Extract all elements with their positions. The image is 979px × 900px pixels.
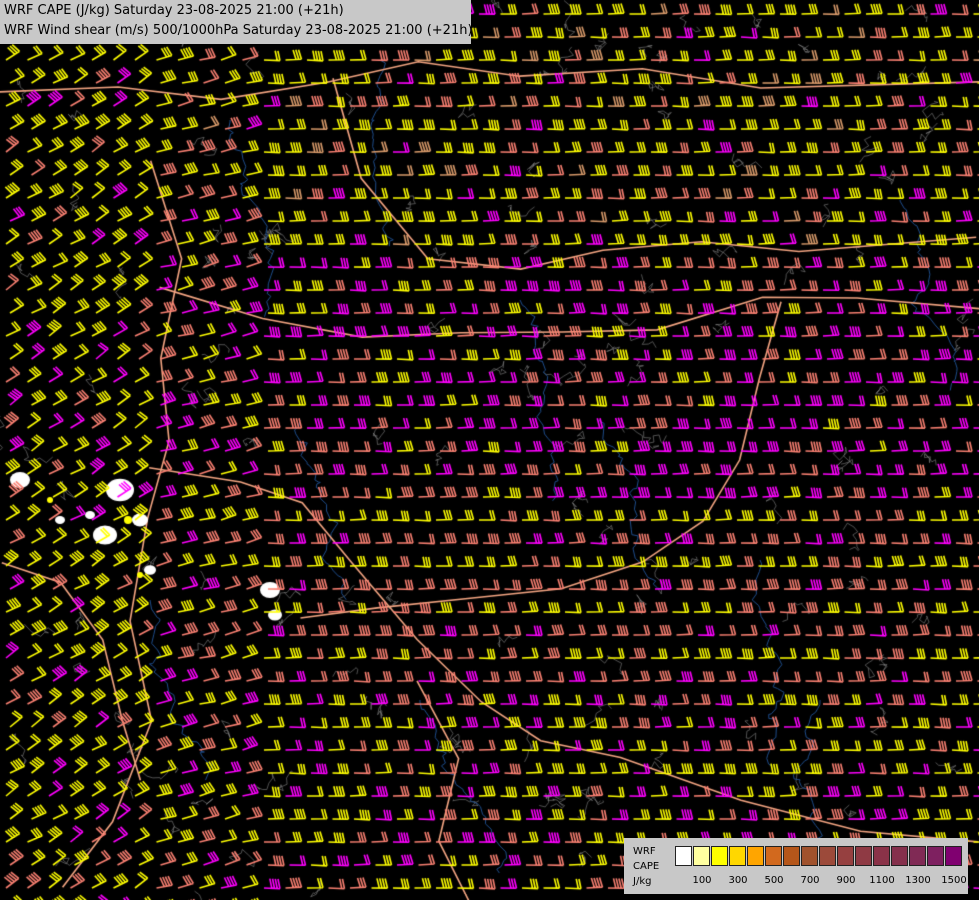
legend-swatch	[945, 846, 962, 866]
legend-field-label: CAPE	[633, 861, 660, 872]
legend-model-label: WRF	[633, 846, 656, 857]
legend-tick-label: 900	[836, 875, 856, 886]
legend-tick-label: 1300	[905, 875, 931, 886]
wind-shear-map	[0, 0, 979, 900]
legend-swatch	[927, 846, 944, 866]
legend-swatch	[855, 846, 872, 866]
legend-swatch	[747, 846, 764, 866]
legend-tick-label: 300	[728, 875, 748, 886]
legend-swatch	[873, 846, 890, 866]
legend-tick-label: 1100	[869, 875, 895, 886]
map-title-box: WRF CAPE (J/kg) Saturday 23-08-2025 21:0…	[0, 0, 473, 44]
wind-shear-title: WRF Wind shear (m/s) 500/1000hPa Saturda…	[4, 23, 473, 38]
legend-swatch	[711, 846, 728, 866]
legend-tick-labels: 100 300 500 700 900 1100 1300 1500	[675, 875, 967, 887]
legend-color-scale	[675, 846, 963, 866]
cape-title: WRF CAPE (J/kg) Saturday 23-08-2025 21:0…	[4, 3, 344, 18]
legend-swatch	[765, 846, 782, 866]
legend-unit-label: J/kg	[633, 876, 652, 887]
legend-swatch	[909, 846, 926, 866]
legend-swatch	[801, 846, 818, 866]
legend-swatch	[675, 846, 692, 866]
legend-tick-label: 500	[764, 875, 784, 886]
legend-swatch	[729, 846, 746, 866]
legend-tick-label: 100	[692, 875, 712, 886]
legend-swatch	[783, 846, 800, 866]
legend-swatch	[837, 846, 854, 866]
cape-legend: WRF CAPE J/kg 100 300 500 700 900 1100 1300 150…	[624, 838, 968, 894]
legend-tick-label: 700	[800, 875, 820, 886]
legend-swatch	[891, 846, 908, 866]
legend-swatch	[693, 846, 710, 866]
legend-swatch	[819, 846, 836, 866]
legend-tick-label: 1500	[941, 875, 967, 886]
